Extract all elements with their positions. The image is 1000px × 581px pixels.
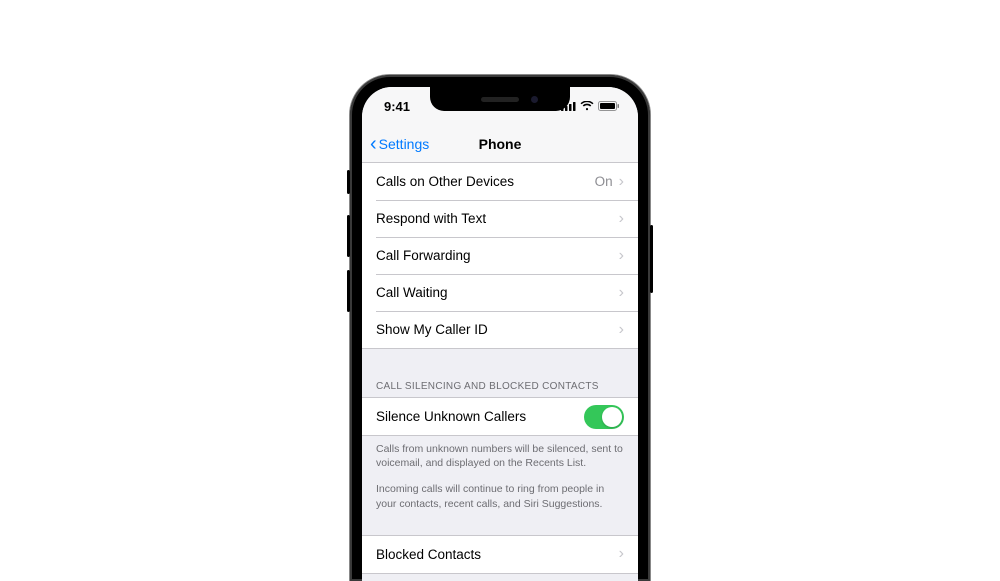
row-label: Call Forwarding — [376, 248, 471, 263]
speaker-grille — [481, 97, 519, 102]
settings-group-silencing: Silence Unknown Callers — [362, 397, 638, 436]
battery-icon — [598, 101, 620, 111]
section-spacer — [362, 349, 638, 377]
status-time: 9:41 — [384, 99, 434, 114]
mute-switch — [347, 170, 350, 194]
phone-device-frame: 9:41 ‹ Set — [350, 75, 650, 581]
settings-group-blocked: Blocked Contacts › — [362, 535, 638, 574]
row-label: Blocked Contacts — [376, 547, 481, 562]
row-calls-on-other-devices[interactable]: Calls on Other Devices On › — [362, 163, 638, 200]
wifi-icon — [580, 101, 594, 111]
row-respond-with-text[interactable]: Respond with Text › — [362, 200, 638, 237]
section-header-silencing: CALL SILENCING AND BLOCKED CONTACTS — [362, 377, 638, 397]
toggle-knob — [602, 407, 622, 427]
screen: 9:41 ‹ Set — [362, 87, 638, 581]
row-show-my-caller-id[interactable]: Show My Caller ID › — [362, 311, 638, 348]
row-silence-unknown-callers[interactable]: Silence Unknown Callers — [362, 398, 638, 435]
row-label: Call Waiting — [376, 285, 448, 300]
row-label: Silence Unknown Callers — [376, 409, 526, 424]
row-label: Show My Caller ID — [376, 322, 488, 337]
page-title: Phone — [479, 136, 522, 152]
notch — [430, 87, 570, 111]
chevron-right-icon: › — [619, 284, 624, 302]
footer-text-2: Incoming calls will continue to ring fro… — [362, 476, 638, 516]
volume-up-button — [347, 215, 350, 257]
volume-down-button — [347, 270, 350, 312]
chevron-right-icon: › — [619, 321, 624, 339]
section-spacer — [362, 517, 638, 535]
row-label: Respond with Text — [376, 211, 486, 226]
back-button[interactable]: ‹ Settings — [370, 134, 429, 154]
row-call-waiting[interactable]: Call Waiting › — [362, 274, 638, 311]
chevron-left-icon: ‹ — [370, 134, 377, 154]
toggle-silence-unknown[interactable] — [584, 405, 624, 429]
status-icons — [561, 101, 620, 111]
row-label: Calls on Other Devices — [376, 174, 514, 189]
row-blocked-contacts[interactable]: Blocked Contacts › — [362, 536, 638, 573]
chevron-right-icon: › — [619, 247, 624, 265]
row-value: On — [595, 174, 613, 189]
settings-group-calls: Calls on Other Devices On › Respond with… — [362, 163, 638, 349]
front-camera — [531, 96, 538, 103]
navigation-bar: ‹ Settings Phone — [362, 125, 638, 163]
power-button — [650, 225, 653, 293]
row-call-forwarding[interactable]: Call Forwarding › — [362, 237, 638, 274]
footer-text-1: Calls from unknown numbers will be silen… — [362, 436, 638, 476]
chevron-right-icon: › — [619, 545, 624, 563]
chevron-right-icon: › — [619, 173, 624, 191]
back-label: Settings — [379, 136, 430, 152]
chevron-right-icon: › — [619, 210, 624, 228]
